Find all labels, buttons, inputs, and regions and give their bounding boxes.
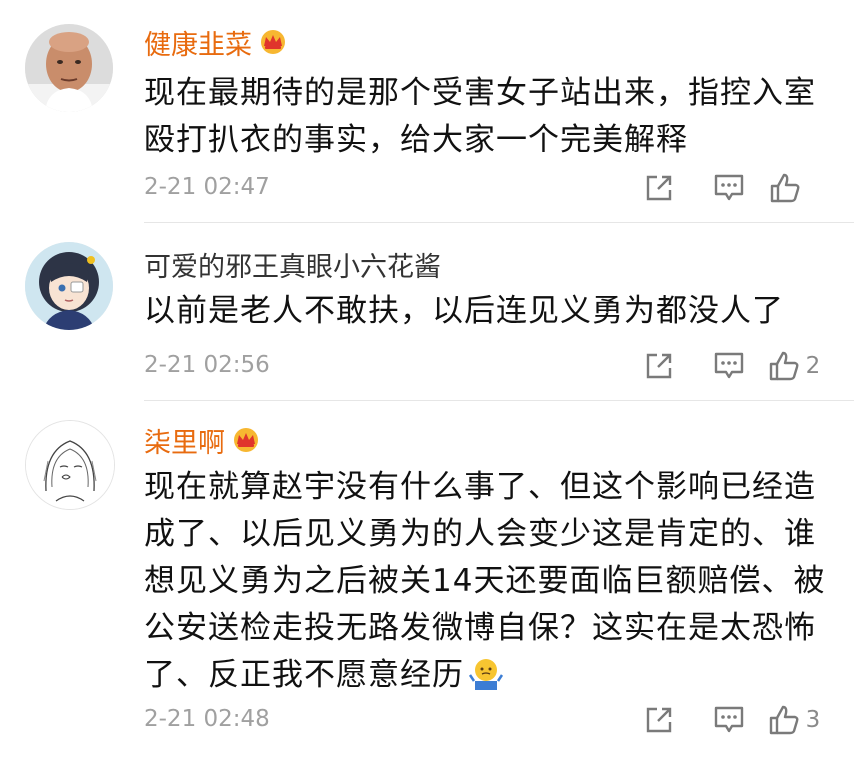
avatar[interactable] xyxy=(25,420,115,510)
crown-icon xyxy=(258,29,288,55)
like-button[interactable]: 2 xyxy=(764,346,824,386)
comment-icon xyxy=(713,351,745,381)
sketch-girl-avatar-icon xyxy=(26,421,114,509)
share-button[interactable] xyxy=(624,700,694,740)
share-icon xyxy=(644,705,674,735)
like-button[interactable] xyxy=(764,168,824,208)
comment-text: 现在就算赵宇没有什么事了、但这个影响已经造成了、以后见义勇为的人会变少这是肯定的… xyxy=(144,464,844,699)
like-count: 2 xyxy=(805,353,821,379)
crown-icon xyxy=(231,427,261,453)
thumbs-up-icon xyxy=(768,350,800,382)
anime-girl-avatar-icon xyxy=(25,242,113,330)
reply-button[interactable] xyxy=(694,700,764,740)
comment-actions: 3 xyxy=(624,700,824,740)
share-icon xyxy=(644,173,674,203)
like-count: 3 xyxy=(805,707,821,733)
comment-icon xyxy=(713,173,745,203)
avatar[interactable] xyxy=(25,242,113,330)
reply-button[interactable] xyxy=(694,346,764,386)
avatar[interactable] xyxy=(25,24,113,112)
shrug-emoji-icon xyxy=(468,657,504,691)
comment-icon xyxy=(713,705,745,735)
comment-feed: 健康韭菜 现在最期待的是那个受害女子站出来，指控入室殴打扒衣的事实，给大家一个完… xyxy=(0,0,854,766)
username-row: 健康韭菜 xyxy=(144,22,288,62)
username-row: 柒里啊 xyxy=(144,420,261,460)
username[interactable]: 柒里啊 xyxy=(144,421,225,460)
share-icon xyxy=(644,351,674,381)
like-button[interactable]: 3 xyxy=(764,700,824,740)
username[interactable]: 健康韭菜 xyxy=(144,23,252,62)
comment-text: 现在最期待的是那个受害女子站出来，指控入室殴打扒衣的事实，给大家一个完美解释 xyxy=(144,75,816,158)
comment-actions xyxy=(624,168,824,208)
comment-actions: 2 xyxy=(624,346,824,386)
comment-text: 以前是老人不敢扶，以后连见义勇为都没人了 xyxy=(144,293,784,329)
share-button[interactable] xyxy=(624,346,694,386)
share-button[interactable] xyxy=(624,168,694,208)
username-row: 可爱的邪王真眼小六花酱 xyxy=(144,244,441,284)
divider xyxy=(144,222,854,223)
timestamp: 2-21 02:48 xyxy=(144,706,270,732)
thumbs-up-icon xyxy=(768,704,800,736)
timestamp: 2-21 02:56 xyxy=(144,352,270,378)
divider xyxy=(144,400,854,401)
username[interactable]: 可爱的邪王真眼小六花酱 xyxy=(144,245,441,284)
timestamp: 2-21 02:47 xyxy=(144,174,270,200)
reply-button[interactable] xyxy=(694,168,764,208)
thumbs-up-icon xyxy=(769,172,801,204)
bald-man-avatar-icon xyxy=(25,24,113,112)
